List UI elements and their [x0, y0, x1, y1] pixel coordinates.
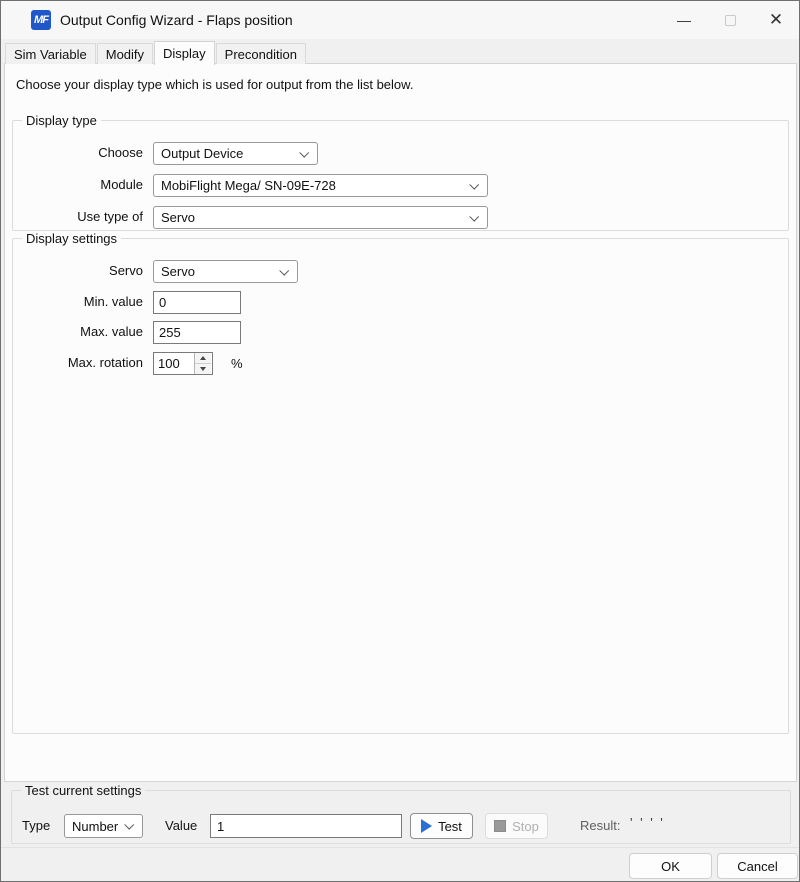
choose-row: Choose Output Device: [13, 142, 788, 166]
chevron-down-icon: [469, 212, 479, 222]
max-rotation-input[interactable]: [154, 353, 194, 374]
test-button[interactable]: Test: [410, 813, 473, 839]
description-text: Choose your display type which is used f…: [16, 77, 413, 92]
close-button[interactable]: ✕: [753, 1, 799, 39]
footer-separator: [1, 847, 799, 848]
output-config-wizard-window: MF Output Config Wizard - Flaps position…: [0, 0, 800, 882]
cancel-button[interactable]: Cancel: [717, 853, 798, 879]
window-controls: — ✕: [661, 1, 799, 39]
module-combobox-value: MobiFlight Mega/ SN-09E-728: [161, 178, 336, 193]
tab-precondition[interactable]: Precondition: [216, 43, 306, 64]
tab-display[interactable]: Display: [154, 41, 215, 65]
chevron-down-icon: [299, 148, 309, 158]
chevron-down-icon: [124, 820, 134, 830]
ok-button[interactable]: OK: [629, 853, 712, 879]
maximize-icon: [725, 15, 736, 26]
servo-row: Servo Servo: [13, 260, 788, 284]
value-label: Value: [165, 814, 197, 838]
use-type-combobox-value: Servo: [161, 210, 195, 225]
display-type-group: Display type Choose Output Device Module…: [12, 120, 789, 231]
group-title-display-settings: Display settings: [22, 231, 121, 246]
use-type-label: Use type of: [13, 206, 143, 228]
display-settings-group: Display settings Servo Servo Min. value …: [12, 238, 789, 734]
type-label: Type: [22, 814, 50, 838]
title-bar: MF Output Config Wizard - Flaps position…: [1, 1, 799, 39]
test-button-label: Test: [438, 819, 462, 834]
use-type-combobox[interactable]: Servo: [153, 206, 488, 229]
choose-combobox-value: Output Device: [161, 146, 243, 161]
module-label: Module: [13, 174, 143, 196]
tab-modify[interactable]: Modify: [97, 43, 153, 64]
tab-strip: Sim Variable Modify Display Precondition: [5, 40, 307, 64]
chevron-down-icon: [279, 266, 289, 276]
max-value-label: Max. value: [13, 321, 143, 343]
min-value-label: Min. value: [13, 291, 143, 313]
group-title-display-type: Display type: [22, 113, 101, 128]
module-row: Module MobiFlight Mega/ SN-09E-728: [13, 174, 788, 198]
spinner-down-button[interactable]: [195, 364, 211, 374]
min-value-row: Min. value: [13, 291, 788, 315]
result-label: Result:: [580, 814, 620, 838]
type-combobox-value: Number: [72, 819, 118, 834]
max-value-row: Max. value: [13, 321, 788, 345]
max-rotation-label: Max. rotation: [13, 352, 143, 374]
min-value-input[interactable]: [153, 291, 241, 314]
value-input[interactable]: [210, 814, 402, 838]
close-icon: ✕: [769, 10, 783, 30]
minimize-icon: —: [677, 12, 691, 28]
servo-label: Servo: [13, 260, 143, 282]
chevron-down-icon: [469, 180, 479, 190]
servo-combobox-value: Servo: [161, 264, 195, 279]
spinner-down-icon: [200, 367, 206, 371]
tab-sim-variable[interactable]: Sim Variable: [5, 43, 96, 64]
stop-button-label: Stop: [512, 819, 539, 834]
module-combobox[interactable]: MobiFlight Mega/ SN-09E-728: [153, 174, 488, 197]
mobiflight-logo-icon: MF: [31, 10, 51, 30]
max-rotation-spinner[interactable]: [153, 352, 213, 375]
servo-combobox[interactable]: Servo: [153, 260, 298, 283]
window-title: Output Config Wizard - Flaps position: [60, 12, 293, 28]
choose-label: Choose: [13, 142, 143, 164]
rotation-unit-label: %: [231, 352, 243, 375]
group-title-test-settings: Test current settings: [21, 783, 145, 798]
spinner-buttons: [194, 353, 211, 374]
max-rotation-row: Max. rotation %: [13, 352, 788, 376]
maximize-button[interactable]: [707, 1, 753, 39]
stop-icon: [494, 820, 506, 832]
type-combobox[interactable]: Number: [64, 814, 143, 838]
use-type-row: Use type of Servo: [13, 206, 788, 230]
result-value: ' ' ' ': [630, 811, 665, 835]
minimize-button[interactable]: —: [661, 1, 707, 39]
play-icon: [421, 819, 432, 833]
max-value-input[interactable]: [153, 321, 241, 344]
test-current-settings-group: Test current settings Type Number Value …: [11, 790, 791, 844]
spinner-up-button[interactable]: [195, 353, 211, 364]
stop-button[interactable]: Stop: [485, 813, 548, 839]
choose-combobox[interactable]: Output Device: [153, 142, 318, 165]
spinner-up-icon: [200, 356, 206, 360]
display-tab-page: Choose your display type which is used f…: [4, 63, 797, 782]
